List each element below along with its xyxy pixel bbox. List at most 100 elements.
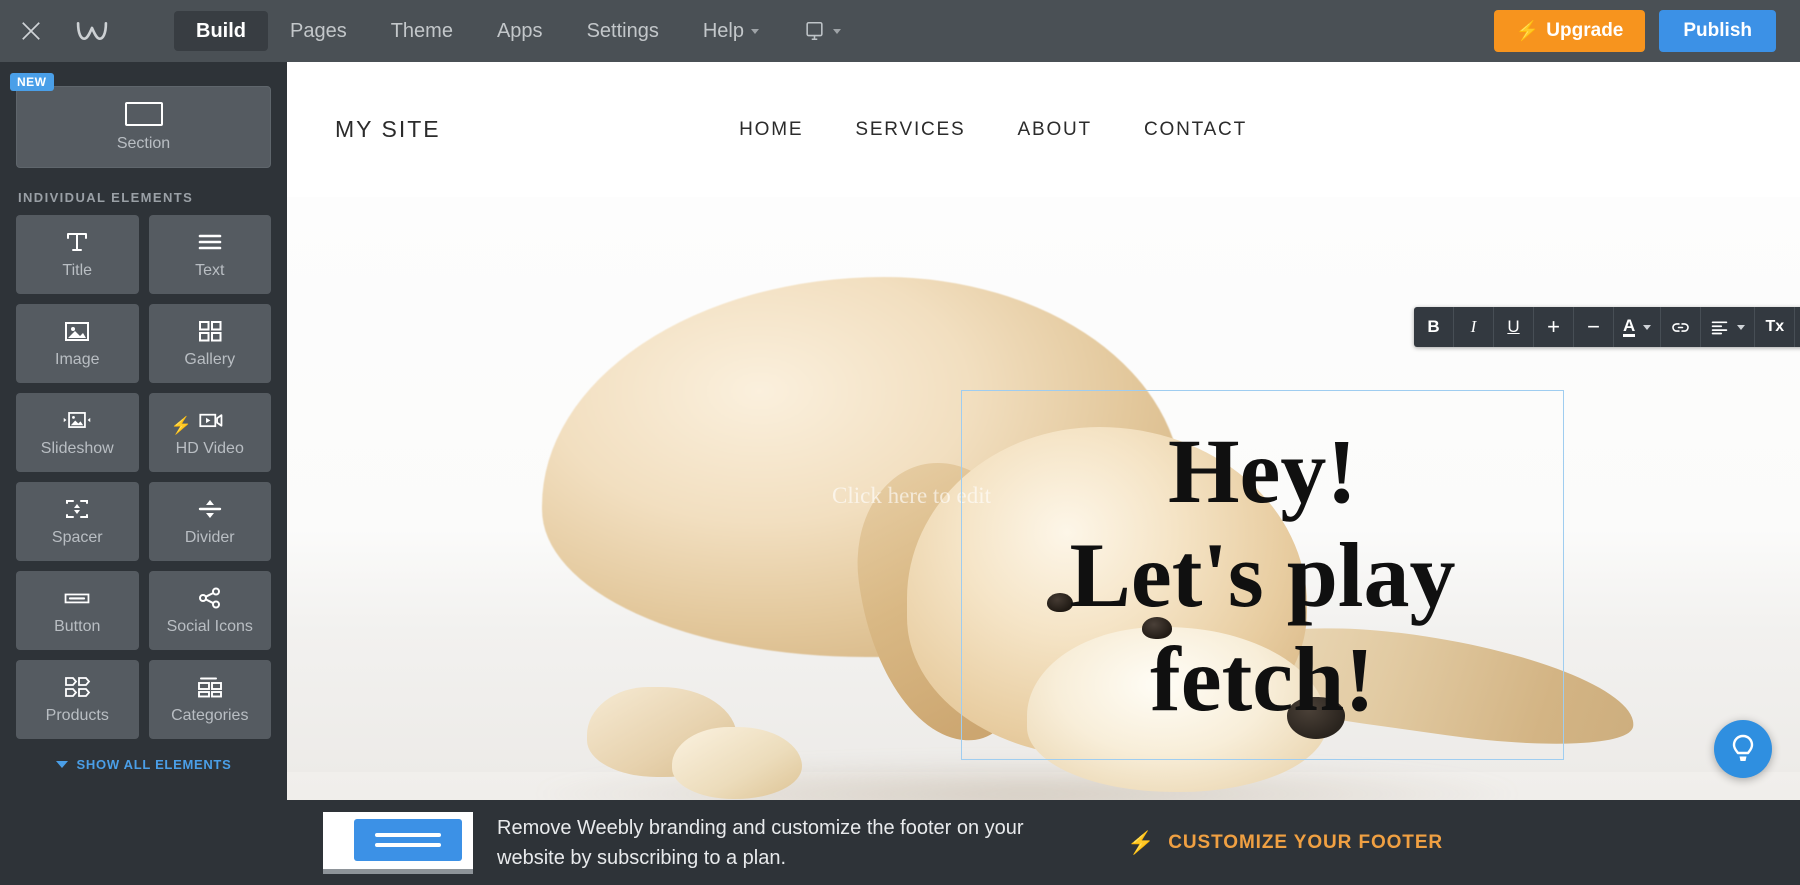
site-nav-links: HOME SERVICES ABOUT CONTACT <box>739 119 1752 141</box>
text-lines-icon <box>198 234 222 250</box>
sidebar-tile-social-icons[interactable]: Social Icons <box>148 571 271 650</box>
align-left-icon <box>1712 320 1728 334</box>
text-color-a-glyph: A <box>1623 316 1636 338</box>
tile-label-spacer: Spacer <box>51 529 103 546</box>
gallery-grid-icon <box>198 321 222 342</box>
chevron-down-icon <box>1643 324 1652 330</box>
button-icon <box>64 593 90 604</box>
hero-line-2: Let's play <box>1069 524 1456 626</box>
customize-footer-label: CUSTOMIZE YOUR FOOTER <box>1168 831 1444 853</box>
increase-font-size-button[interactable]: + <box>1534 307 1574 347</box>
site-nav-link-services[interactable]: SERVICES <box>855 119 965 141</box>
tab-theme-label: Theme <box>390 19 453 42</box>
tab-apps[interactable]: Apps <box>475 11 565 51</box>
chevron-down-icon <box>750 28 759 34</box>
chevron-down-icon <box>832 28 841 34</box>
sidebar-tile-button[interactable]: Button <box>16 571 139 650</box>
link-icon <box>1672 322 1690 332</box>
hero-section: Click here to edit Hey! Let's play fetch… <box>287 197 1800 800</box>
lightbulb-icon <box>1732 734 1754 761</box>
tab-settings-label: Settings <box>586 19 659 42</box>
top-toolbar: Build Pages Theme Apps Settings Help ⚡ U… <box>0 0 1800 62</box>
sidebar-tile-section[interactable]: NEW Section <box>10 73 271 168</box>
site-nav-link-contact[interactable]: CONTACT <box>1144 119 1247 141</box>
sidebar-tile-divider[interactable]: Divider <box>148 482 271 561</box>
tile-label-social-icons: Social Icons <box>166 618 253 635</box>
sidebar-tile-text[interactable]: Text <box>148 215 271 294</box>
insert-link-button[interactable] <box>1661 307 1702 347</box>
tile-label-image: Image <box>55 351 100 368</box>
hero-line-1: Hey! <box>1167 420 1358 522</box>
sidebar-tile-title[interactable]: Title <box>16 215 139 294</box>
weebly-w-logo <box>76 21 108 41</box>
footer-banner-message: Remove Weebly branding and customize the… <box>497 816 1024 869</box>
sidebar-tile-hd-video[interactable]: ⚡ HD Video <box>148 393 271 472</box>
decrease-font-size-button[interactable]: − <box>1574 307 1614 347</box>
sidebar-tile-image[interactable]: Image <box>16 304 139 383</box>
site-preview-canvas: MY SITE HOME SERVICES ABOUT CONTACT Clic… <box>287 62 1800 800</box>
close-x-icon <box>22 22 40 40</box>
tile-label-divider: Divider <box>184 529 235 546</box>
show-all-elements-button[interactable]: SHOW ALL ELEMENTS <box>16 757 271 772</box>
tab-build-label: Build <box>196 19 246 42</box>
tab-settings[interactable]: Settings <box>565 11 681 51</box>
tab-build[interactable]: Build <box>174 11 268 51</box>
sidebar-tile-section-label: Section <box>116 134 171 152</box>
divider-icon <box>198 500 221 518</box>
title-t-icon <box>67 233 88 251</box>
tile-label-categories: Categories <box>171 707 249 724</box>
underline-button[interactable]: U <box>1494 307 1534 347</box>
main-tabs: Build Pages Theme Apps Settings Help <box>174 0 857 62</box>
weebly-logo[interactable] <box>62 0 122 62</box>
sidebar-tile-slideshow[interactable]: Slideshow <box>16 393 139 472</box>
text-format-toolbar: B I U + − A Tx <box>1414 307 1800 347</box>
upgrade-button[interactable]: ⚡ Upgrade <box>1493 10 1646 52</box>
bold-button[interactable]: B <box>1414 307 1454 347</box>
text-color-button[interactable]: A <box>1614 307 1662 347</box>
tab-pages-label: Pages <box>290 19 347 42</box>
categories-icon <box>197 677 222 698</box>
chevron-down-icon <box>55 761 68 768</box>
site-nav-link-home[interactable]: HOME <box>739 119 803 141</box>
clear-formatting-button[interactable]: Tx <box>1755 307 1796 347</box>
tile-label-text: Text <box>195 262 225 279</box>
tile-label-button: Button <box>54 618 101 635</box>
close-editor-button[interactable] <box>0 0 62 62</box>
text-align-button[interactable] <box>1701 307 1756 347</box>
publish-button[interactable]: Publish <box>1659 10 1776 52</box>
sidebar-tile-products[interactable]: Products <box>16 660 139 739</box>
undo-button[interactable] <box>1795 307 1800 347</box>
thumbnail-line-2 <box>375 843 441 847</box>
tile-label-title: Title <box>62 262 93 279</box>
sidebar-tile-spacer[interactable]: Spacer <box>16 482 139 561</box>
upgrade-label: Upgrade <box>1546 20 1624 41</box>
tab-help[interactable]: Help <box>681 11 781 51</box>
clear-formatting-glyph: Tx <box>1765 318 1785 335</box>
footer-upgrade-banner: Remove Weebly branding and customize the… <box>287 800 1800 885</box>
thumbnail-line-1 <box>375 833 441 837</box>
top-actions: ⚡ Upgrade Publish <box>1493 10 1800 52</box>
tab-apps-label: Apps <box>496 19 543 42</box>
italic-button[interactable]: I <box>1454 307 1494 347</box>
rectangle-section-icon <box>124 101 163 126</box>
tab-theme[interactable]: Theme <box>369 11 475 51</box>
sidebar-tile-gallery[interactable]: Gallery <box>148 304 271 383</box>
sidebar-footer-spacer <box>0 800 287 885</box>
product-tags-icon <box>65 677 91 697</box>
slideshow-icon <box>64 412 91 428</box>
site-nav-link-about[interactable]: ABOUT <box>1018 119 1092 141</box>
image-picture-icon <box>65 322 90 341</box>
tab-pages[interactable]: Pages <box>268 11 369 51</box>
tab-help-label: Help <box>702 19 744 42</box>
device-preview-selector[interactable] <box>787 11 857 51</box>
chevron-down-icon <box>1737 324 1746 330</box>
individual-elements-heading: INDIVIDUAL ELEMENTS <box>18 190 194 205</box>
lightning-bolt-icon: ⚡ <box>1127 829 1156 855</box>
tile-label-products: Products <box>45 707 109 724</box>
customize-footer-button[interactable]: ⚡ CUSTOMIZE YOUR FOOTER <box>1127 829 1444 855</box>
site-logo[interactable]: MY SITE <box>335 116 441 143</box>
hero-text-element[interactable]: Hey! Let's play fetch! <box>961 390 1564 760</box>
help-assistant-button[interactable] <box>1714 720 1772 778</box>
sidebar-tile-categories[interactable]: Categories <box>148 660 271 739</box>
tile-label-slideshow: Slideshow <box>40 440 114 457</box>
